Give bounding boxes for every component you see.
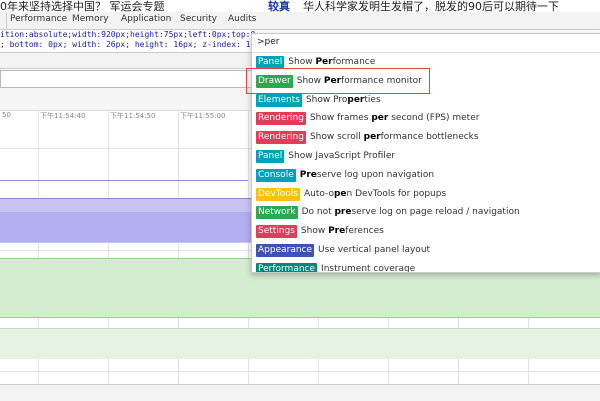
command-category-badge: Settings bbox=[256, 225, 297, 239]
ruler-label: 下午11:55:00 bbox=[180, 112, 226, 120]
command-item[interactable]: Network Do not preserve log on page reloa… bbox=[252, 204, 600, 222]
command-item[interactable]: Panel Show JavaScript Profiler bbox=[252, 148, 600, 166]
command-item-label: Show Preferences bbox=[300, 226, 384, 237]
timeline-scrollbar[interactable] bbox=[0, 384, 600, 401]
tab-audits[interactable]: Audits bbox=[228, 14, 256, 24]
command-item[interactable]: Rendering Show scroll performance bottlen… bbox=[252, 129, 600, 147]
devtools-tab-bar: Performance Memory Application Security … bbox=[0, 12, 600, 30]
command-item[interactable]: DevTools Auto-open DevTools for popups bbox=[252, 186, 600, 204]
command-category-badge: DevTools bbox=[256, 187, 300, 201]
command-item[interactable]: Rendering Show frames per second (FPS) me… bbox=[252, 110, 600, 128]
annotation-highlight-box bbox=[246, 68, 430, 94]
command-category-badge: Elements bbox=[256, 93, 302, 107]
tab-application[interactable]: Application bbox=[121, 14, 171, 24]
command-item[interactable]: Performance Instrument coverage bbox=[252, 261, 600, 273]
panel-toolbar bbox=[0, 52, 255, 69]
command-category-badge: Panel bbox=[256, 150, 285, 163]
command-query: >per bbox=[257, 37, 280, 47]
grid-line bbox=[0, 371, 600, 372]
command-item[interactable]: Console Preserve log upon navigation bbox=[252, 167, 600, 185]
tab-performance[interactable]: Performance bbox=[10, 14, 67, 24]
command-category-badge: Rendering bbox=[256, 112, 306, 126]
news-strip: 0年来坚持选择中国？ 军运会专题 较真 华人科学家发明生发帽了，脱发的90后可以… bbox=[0, 0, 600, 12]
tab-security[interactable]: Security bbox=[180, 14, 217, 24]
command-item[interactable]: Appearance Use vertical panel layout bbox=[252, 242, 600, 260]
news-headline[interactable]: 0年来坚持选择中国？ 军运会专题 bbox=[0, 0, 165, 12]
news-headline-right[interactable]: 华人科学家发明生发帽了，脱发的90后可以期待一下 bbox=[303, 0, 559, 12]
ruler-label: 下午11:54:50 bbox=[110, 112, 156, 120]
command-item-label: Show Performance bbox=[288, 57, 376, 67]
command-item-label: Instrument coverage bbox=[321, 263, 416, 273]
command-item-label: Preserve log upon navigation bbox=[299, 169, 435, 180]
code-line-2: ; bottom: 0px; width: 26px; height: 16px… bbox=[0, 40, 255, 50]
command-item-label: Auto-open DevTools for popups bbox=[303, 188, 447, 199]
command-item[interactable]: Settings Show Preferences bbox=[252, 223, 600, 241]
ruler-label: 下午11:54:40 bbox=[40, 112, 86, 120]
ruler-label: 50 bbox=[2, 111, 11, 119]
command-category-badge: Network bbox=[256, 206, 298, 220]
command-item-label: Show Properties bbox=[305, 94, 381, 105]
command-input[interactable]: >per bbox=[252, 34, 600, 53]
command-item-label: Do not preserve log on page reload / nav… bbox=[301, 207, 520, 218]
command-item-label: Show JavaScript Profiler bbox=[288, 151, 396, 161]
command-item-label: Show scroll performance bottlenecks bbox=[309, 132, 479, 143]
command-item[interactable]: Elements Show Properties bbox=[252, 92, 600, 110]
command-item-label: Use vertical panel layout bbox=[318, 245, 431, 255]
command-category-badge: Appearance bbox=[256, 244, 315, 257]
cpu-trace-line bbox=[0, 180, 248, 181]
listeners-band bbox=[0, 328, 600, 359]
filter-input[interactable] bbox=[0, 70, 254, 88]
news-tag[interactable]: 较真 bbox=[268, 0, 290, 12]
command-item-label: Show frames per second (FPS) meter bbox=[309, 113, 480, 124]
code-line-1: ition:absolute;width:920px;height:75px;l… bbox=[0, 30, 255, 40]
tab-memory[interactable]: Memory bbox=[72, 14, 109, 24]
command-category-badge: Rendering bbox=[256, 131, 306, 145]
command-category-badge: Performance bbox=[256, 262, 318, 272]
command-category-badge: Console bbox=[256, 168, 296, 182]
tab-separator bbox=[0, 12, 7, 29]
